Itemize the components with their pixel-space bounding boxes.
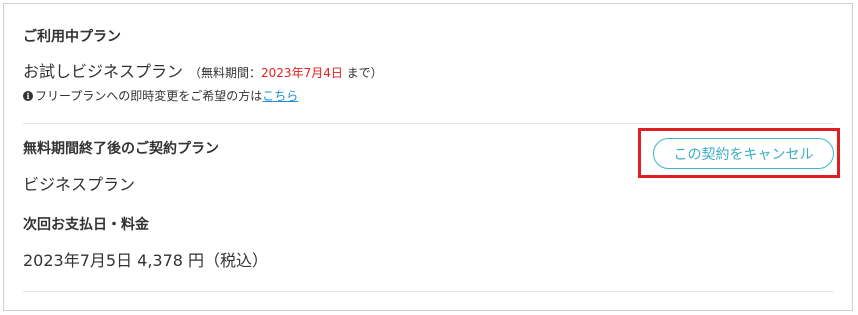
info-line: i フリープランへの即時変更をご希望の方は こちら <box>23 87 298 104</box>
info-icon: i <box>23 90 33 101</box>
trial-suffix: まで） <box>342 66 383 80</box>
next-payment-value: 2023年7月5日 4,378 円（税込） <box>23 251 269 270</box>
bottom-divider <box>23 291 834 292</box>
current-plan-name: お試しビジネスプラン <box>23 62 184 81</box>
after-trial-plan-name: ビジネスプラン <box>23 175 136 194</box>
trial-period-note: （無料期間：2023年7月4日 まで） <box>189 66 383 80</box>
next-payment-heading: 次回お支払日・料金 <box>23 217 149 233</box>
free-plan-link[interactable]: こちら <box>262 87 298 104</box>
current-plan-row: お試しビジネスプラン （無料期間：2023年7月4日 まで） <box>23 58 383 82</box>
trial-prefix: （無料期間： <box>189 66 262 80</box>
current-plan-heading: ご利用中プラン <box>23 29 121 45</box>
cancel-contract-button[interactable]: この契約をキャンセル <box>653 138 834 169</box>
info-text: フリープランへの即時変更をご希望の方は <box>35 89 263 103</box>
trial-end-date: 2023年7月4日 <box>261 66 343 80</box>
section-divider <box>23 123 834 124</box>
after-trial-heading: 無料期間終了後のご契約プラン <box>23 141 219 157</box>
